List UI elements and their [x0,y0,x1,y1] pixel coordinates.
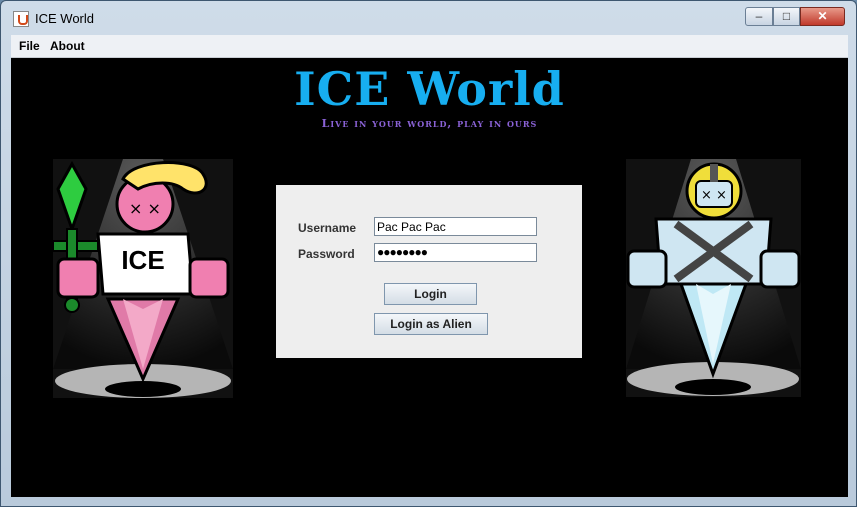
tagline: Live in your world, play in ours [321,117,538,130]
login-panel: Username Password ●●●●●●●● Login Login a… [276,185,582,358]
menu-file[interactable]: File [19,39,40,53]
alien-knight-illustration: × × [626,159,801,397]
main-content: ICE World Live in your world, play in ou… [11,58,848,497]
username-field[interactable] [374,217,537,236]
app-logo: ICE World [294,62,565,116]
shirt-text: ICE [121,245,164,275]
password-label: Password [298,247,355,261]
ice-character-illustration: ICE × × [53,159,233,398]
svg-text:× ×: × × [129,199,161,218]
login-as-alien-button[interactable]: Login as Alien [374,313,488,335]
window-title: ICE World [35,11,94,26]
java-app-icon [13,11,29,27]
minimize-button[interactable]: – [745,7,773,26]
login-button[interactable]: Login [384,283,477,305]
menu-about[interactable]: About [50,39,85,53]
title-bar[interactable]: ICE World – □ ✕ [1,1,856,35]
svg-text:× ×: × × [701,188,727,203]
app-window: ICE World – □ ✕ File About ICE World Liv… [0,0,857,507]
username-label: Username [298,221,357,235]
menu-bar: File About [11,35,848,58]
close-button[interactable]: ✕ [800,7,845,26]
password-field[interactable]: ●●●●●●●● [374,243,537,262]
maximize-button[interactable]: □ [773,7,800,26]
